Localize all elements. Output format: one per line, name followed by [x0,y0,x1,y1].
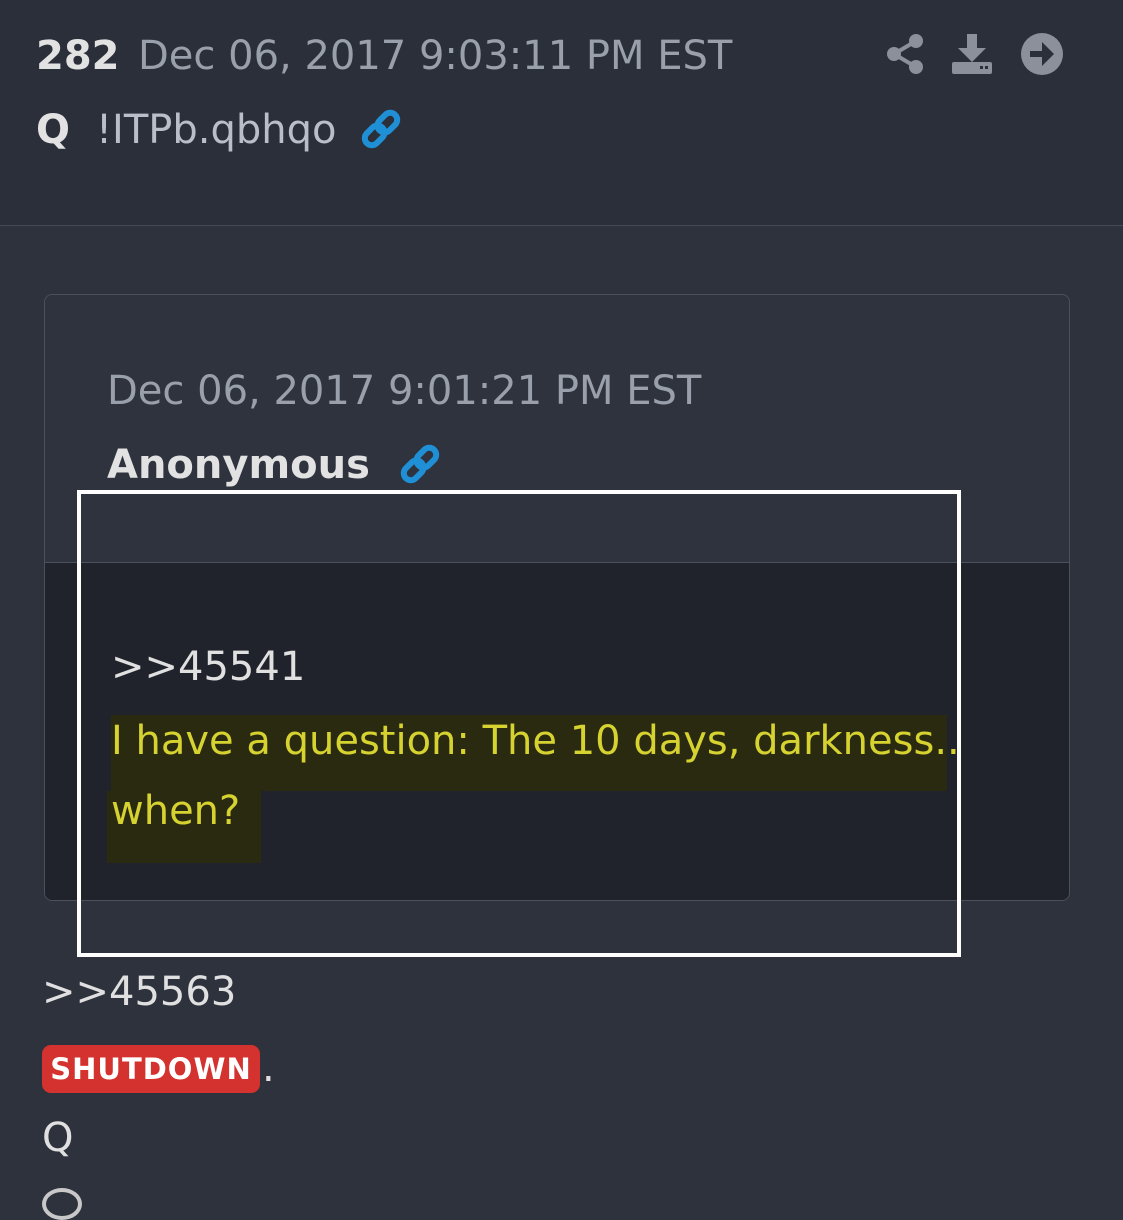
arrow-right-icon[interactable] [1020,32,1064,76]
post-timestamp: Dec 06, 2017 9:03:11 PM EST [138,33,733,79]
reply-signature: Q [42,1115,74,1161]
post-number: 282 [36,33,120,79]
post-header: 282 Dec 06, 2017 9:03:11 PM EST Q !ITPb.… [0,0,1123,226]
quoted-post-timestamp: Dec 06, 2017 9:01:21 PM EST [107,368,702,414]
share-icon[interactable] [884,32,928,76]
post-author: Q [36,107,71,153]
link-icon[interactable] [358,106,404,152]
link-icon[interactable] [397,441,443,487]
quoted-post-author: Anonymous [107,442,370,488]
download-icon[interactable] [950,32,994,76]
annotation-box [77,490,961,957]
cropped-glyph [42,1188,82,1220]
badge-period: . [262,1045,275,1091]
post-tripcode: !ITPb.qbhqo [96,107,337,153]
reply-reference[interactable]: >>45563 [42,966,236,1018]
shutdown-badge: SHUTDOWN [42,1045,260,1093]
